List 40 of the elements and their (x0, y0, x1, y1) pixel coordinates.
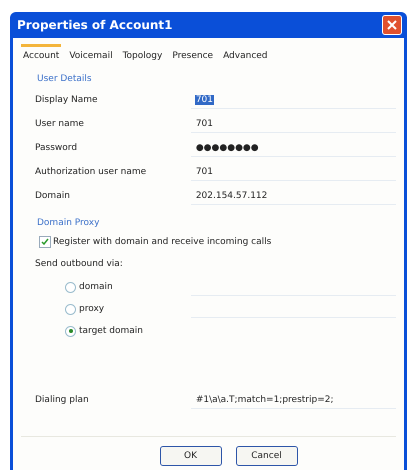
tab[interactable]: Presence (170, 44, 216, 64)
input-field[interactable]: 701 (190, 163, 396, 181)
field-label: Authorization user name (35, 167, 148, 177)
close-button[interactable] (382, 15, 402, 35)
field-value: 701 (194, 166, 214, 176)
check-icon (41, 238, 49, 246)
radio-button[interactable] (65, 282, 76, 292)
field-value: 701 (194, 94, 214, 104)
field-label: User name (35, 119, 85, 129)
tab[interactable]: Account (21, 44, 62, 64)
field-value: ●●●●●●●● (194, 142, 260, 152)
radio-button[interactable] (65, 326, 76, 336)
input-field[interactable]: 202.154.57.112 (190, 187, 396, 205)
field-label: Domain (35, 191, 71, 201)
tab[interactable]: Advanced (221, 44, 270, 64)
section-heading: User Details (37, 74, 93, 84)
tab[interactable]: Topology (120, 44, 164, 64)
input-field[interactable]: 701 (190, 115, 396, 133)
window-title: Properties of Account1 (17, 18, 172, 32)
field-label: Display Name (35, 95, 99, 105)
dialog-button[interactable]: Cancel (236, 446, 298, 466)
field-value: #1\a\a.T;match=1;prestrip=2; (194, 394, 335, 404)
checkbox-label: Register with domain and receive incoming calls (53, 237, 272, 247)
close-icon (387, 20, 397, 30)
radio-button[interactable] (65, 304, 76, 314)
checkbox[interactable] (39, 236, 51, 248)
field-value: 701 (194, 118, 214, 128)
field-label: Password (35, 143, 78, 153)
group-label: Send outbound via: (35, 259, 123, 269)
input-field[interactable]: ●●●●●●●● (190, 139, 396, 157)
field-label: Dialing plan (35, 395, 90, 405)
section-heading: Domain Proxy (37, 218, 100, 228)
radio-label: proxy (79, 304, 104, 314)
radio-label: domain (79, 282, 113, 292)
tab[interactable]: Voicemail (67, 44, 115, 64)
radio-label: target domain (79, 326, 143, 336)
input-field[interactable]: 701 (190, 91, 396, 109)
input-field[interactable]: #1\a\a.T;match=1;prestrip=2; (190, 391, 396, 409)
field-value: 202.154.57.112 (194, 190, 268, 200)
dialog-button[interactable]: OK (160, 446, 222, 466)
